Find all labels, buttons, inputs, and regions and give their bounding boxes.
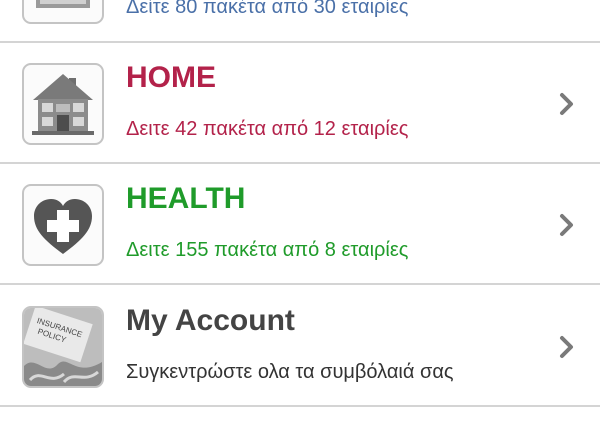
- chevron-right-icon: [560, 93, 573, 115]
- house-icon: [22, 63, 104, 145]
- home-title: HOME: [126, 61, 216, 94]
- insurance-policy-photo-icon: INSURANCE POLICY: [22, 306, 104, 388]
- chevron-right-icon: [560, 214, 573, 236]
- list-item-previous[interactable]: Δείτε 80 πακέτα από 30 εταιρίες: [0, 0, 600, 43]
- health-title: HEALTH: [126, 182, 246, 215]
- category-list: Δείτε 80 πακέτα από 30 εταιρίες HOME Δει…: [0, 0, 600, 426]
- list-item-home[interactable]: HOME Δειτε 42 πακέτα από 12 εταιρίες: [0, 43, 600, 164]
- chevron-right-icon: [560, 336, 573, 358]
- my-account-subtitle: Συγκεντρώστε ολα τα συμβόλαιά σας: [126, 361, 454, 383]
- home-subtitle: Δειτε 42 πακέτα από 12 εταιρίες: [126, 118, 409, 140]
- heart-cross-icon: [22, 184, 104, 266]
- my-account-title: My Account: [126, 304, 295, 337]
- health-subtitle: Δειτε 155 πακέτα από 8 εταιρίες: [126, 239, 409, 261]
- previous-subtitle: Δείτε 80 πακέτα από 30 εταιρίες: [126, 0, 409, 18]
- previous-category-icon: [22, 0, 104, 24]
- list-item-my-account[interactable]: INSURANCE POLICY My Account Συγκεντρώστε…: [0, 286, 600, 407]
- list-item-health[interactable]: HEALTH Δειτε 155 πακέτα από 8 εταιρίες: [0, 164, 600, 285]
